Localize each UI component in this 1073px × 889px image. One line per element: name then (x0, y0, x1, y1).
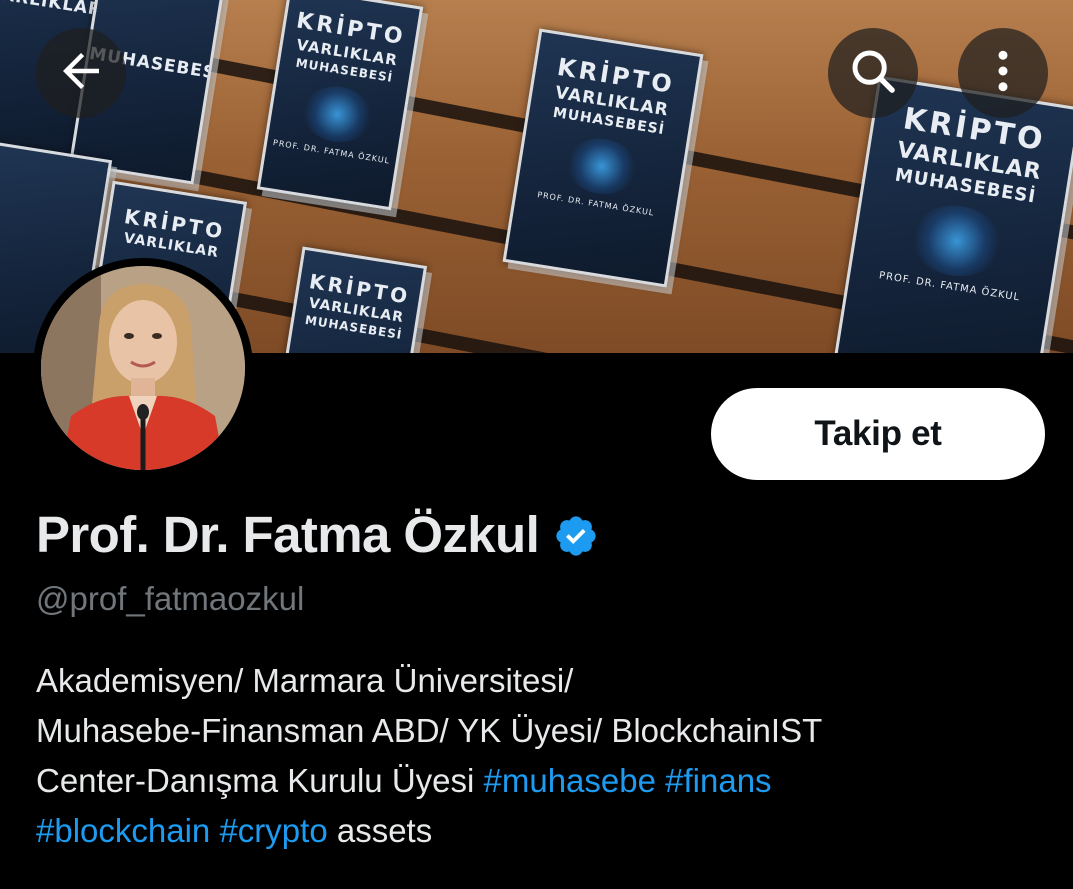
avatar-photo (41, 266, 245, 470)
hashtag-link[interactable]: #blockchain (36, 812, 210, 849)
hashtag-link[interactable]: #crypto (219, 812, 327, 849)
search-button[interactable] (828, 28, 918, 118)
bio-line: #blockchain #crypto assets (36, 806, 1036, 856)
banner-book: KRİPTO VARLIKLAR MUHASEBESİ PROF. DR. FA… (256, 0, 424, 211)
back-button[interactable] (36, 28, 126, 118)
avatar[interactable] (33, 258, 253, 478)
profile-bio: Akademisyen/ Marmara Üniversitesi/ Muhas… (36, 656, 1036, 856)
hashtag-link[interactable]: #muhasebe (484, 762, 656, 799)
bio-text: assets (327, 812, 433, 849)
bio-text: Center-Danışma Kurulu Üyesi (36, 762, 484, 799)
profile-page: KRİPTO VARLIKLAR MUHASEBESİ KRİPTO VARLI… (0, 0, 1073, 889)
display-name: Prof. Dr. Fatma Özkul (36, 506, 540, 563)
arrow-left-icon (54, 44, 108, 103)
more-vertical-icon (976, 44, 1030, 103)
banner-book: KRİPTO VARLIKLAR MUHASEBESİ (268, 246, 428, 353)
bio-line: Muhasebe-Finansman ABD/ YK Üyesi/ Blockc… (36, 712, 823, 749)
bio-line: Center-Danışma Kurulu Üyesi #muhasebe #f… (36, 756, 1036, 806)
user-handle: @prof_fatmaozkul (36, 580, 305, 617)
follow-button[interactable]: Takip et (711, 388, 1045, 480)
bio-line: Akademisyen/ Marmara Üniversitesi/ (36, 662, 574, 699)
more-button[interactable] (958, 28, 1048, 118)
banner-book: KRİPTO VARLIKLAR MUHASEBESİ PROF. DR. FA… (502, 28, 704, 288)
hashtag-link[interactable]: #finans (665, 762, 771, 799)
verified-badge-icon[interactable] (553, 512, 599, 558)
display-name-row: Prof. Dr. Fatma Özkul (36, 505, 599, 564)
search-icon (846, 44, 900, 103)
